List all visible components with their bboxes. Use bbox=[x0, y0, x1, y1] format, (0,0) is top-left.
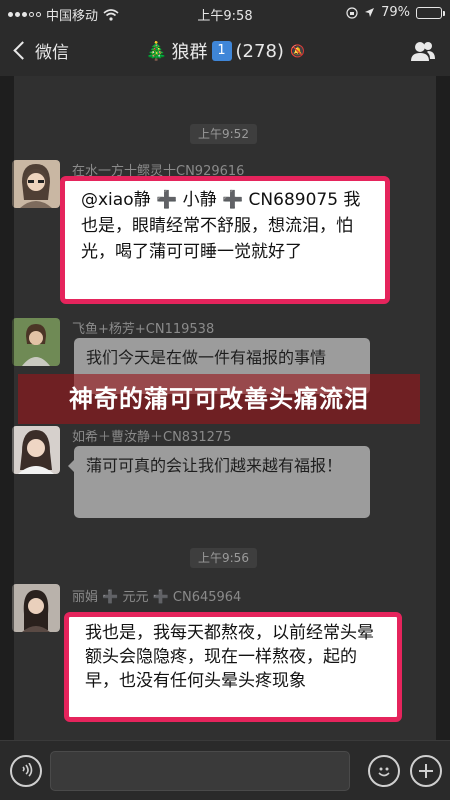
avatar[interactable] bbox=[12, 160, 60, 208]
lock-rotation-icon bbox=[346, 6, 358, 19]
sender-name: 丽娟 ➕ 元元 ➕ CN645964 bbox=[72, 590, 242, 605]
nav-bar: 微信 🎄 狼群 1 (278) 🔕 bbox=[0, 26, 450, 76]
sender-name: 飞鱼+杨芳+CN119538 bbox=[72, 322, 215, 337]
status-right: 79% bbox=[346, 5, 445, 20]
timestamp: 上午9:56 bbox=[190, 548, 257, 568]
input-bar bbox=[0, 740, 450, 800]
tree-icon: 🎄 bbox=[145, 40, 168, 62]
voice-icon[interactable] bbox=[10, 755, 42, 787]
chat-title: 🎄 狼群 1 (278) 🔕 bbox=[0, 38, 450, 64]
plus-icon[interactable] bbox=[410, 755, 442, 787]
group-members-icon[interactable] bbox=[410, 40, 436, 62]
left-shade bbox=[0, 76, 14, 740]
status-bar: 中国移动 上午9:58 79% bbox=[0, 0, 450, 26]
group-name: 狼群 bbox=[171, 42, 208, 63]
location-icon bbox=[365, 8, 375, 17]
right-shade bbox=[436, 76, 450, 740]
timestamp: 上午9:52 bbox=[190, 124, 257, 144]
mute-icon: 🔕 bbox=[289, 44, 305, 58]
avatar[interactable] bbox=[12, 584, 60, 632]
message-bubble[interactable]: 蒲可可真的会让我们越来越有福报！ bbox=[68, 446, 370, 518]
avatar[interactable] bbox=[12, 318, 60, 366]
battery-icon bbox=[416, 6, 445, 19]
number-badge: 1 bbox=[211, 41, 232, 61]
avatar[interactable] bbox=[12, 426, 60, 474]
highlighted-message[interactable]: 我也是，我每天都熬夜，以前经常头晕额头会隐隐疼，现在一样熬夜，起的早，也没有任何… bbox=[64, 612, 402, 722]
highlighted-message[interactable]: @xiao静 ➕ 小静 ➕ CN689075 我也是，眼睛经常不舒服，想流泪，怕… bbox=[60, 176, 390, 304]
emoji-icon[interactable] bbox=[368, 755, 400, 787]
sender-name: 如希＋曹汝静＋CN831275 bbox=[72, 430, 232, 445]
member-count: (278) bbox=[235, 40, 284, 62]
battery-percent: 79% bbox=[381, 5, 410, 20]
message-input[interactable] bbox=[50, 751, 350, 791]
overlay-caption: 神奇的蒲可可改善头痛流泪 bbox=[18, 374, 420, 424]
